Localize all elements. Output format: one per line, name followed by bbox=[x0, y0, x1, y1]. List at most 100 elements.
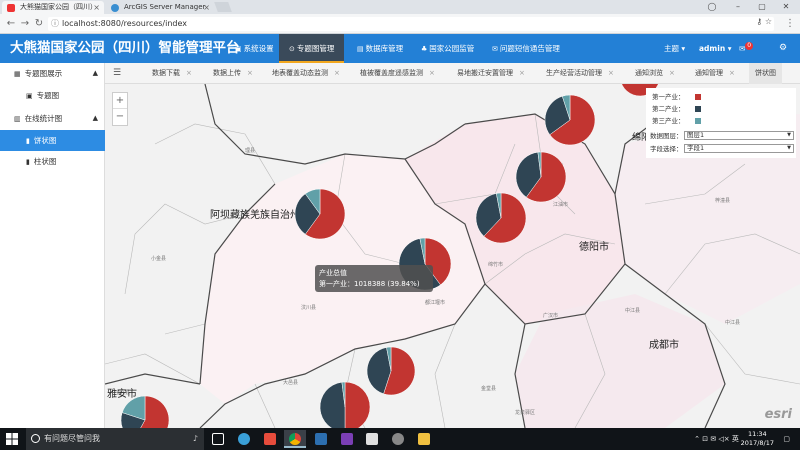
sidebar-item-pie-chart[interactable]: ▮ 饼状图 bbox=[0, 130, 105, 151]
chrome-icon[interactable] bbox=[284, 430, 306, 448]
tab-vegetation[interactable]: 植被覆盖度遥感监测 × bbox=[360, 63, 435, 84]
notification-icon[interactable]: ▢ bbox=[783, 435, 790, 443]
nav-thematic-map[interactable]: ⊙ 专题图管理 bbox=[279, 34, 345, 63]
tab-notice-manage[interactable]: 通知管理 × bbox=[695, 63, 735, 84]
chevron-down-icon: ▼ bbox=[787, 145, 791, 151]
legend-swatch bbox=[695, 106, 701, 112]
file-explorer-icon[interactable] bbox=[413, 430, 435, 448]
forward-button[interactable]: → bbox=[18, 17, 32, 31]
zoom-out-button[interactable]: − bbox=[113, 109, 127, 125]
tab-relocation[interactable]: 易地搬迁安置管理 × bbox=[457, 63, 525, 84]
sidebar-item-online-charts[interactable]: ▥ 在线统计图 ▲ bbox=[0, 108, 105, 129]
pie-tooltip: 产业总值 第一产业：1018388 (39.84%) bbox=[315, 265, 433, 292]
content-tabs: ☰ 数据下载 × 数据上传 × 地表覆盖动态监测 × 植被覆盖度遥感监测 × 易地搬迁安… bbox=[105, 63, 800, 84]
close-icon[interactable]: × bbox=[608, 69, 614, 77]
close-tab-icon[interactable]: × bbox=[203, 1, 210, 14]
browser-tab-app[interactable]: 大熊猫国家公园（四川） × bbox=[2, 1, 104, 14]
database-icon: ▤ bbox=[357, 45, 364, 53]
clock-time: 11:34 bbox=[747, 430, 767, 438]
browser-menu-icon[interactable]: ⋮ bbox=[783, 17, 797, 31]
app-h-icon[interactable] bbox=[259, 430, 281, 448]
bar-icon: ▮ bbox=[26, 158, 30, 166]
visual-studio-icon[interactable] bbox=[336, 430, 358, 448]
svg-text:龙泉驿区: 龙泉驿区 bbox=[515, 409, 535, 416]
close-icon[interactable]: × bbox=[334, 69, 340, 77]
profile-icon[interactable]: ◯ bbox=[700, 0, 724, 14]
minimize-button[interactable]: – bbox=[726, 0, 750, 14]
sidebar-item-bar-chart[interactable]: ▮ 柱状图 bbox=[0, 151, 105, 172]
tab-pie-chart[interactable]: 饼状图 bbox=[749, 63, 782, 84]
browser-tab-arcgis[interactable]: ArcGIS Server Manager × bbox=[106, 1, 214, 14]
settings-gear-icon[interactable]: ⚙ bbox=[779, 34, 787, 63]
arcgis-favicon-icon bbox=[111, 4, 119, 12]
label-deyang: 德阳市 bbox=[579, 240, 609, 253]
close-icon[interactable]: × bbox=[429, 69, 435, 77]
maximize-button[interactable]: ▢ bbox=[750, 0, 774, 14]
svg-text:汶川县: 汶川县 bbox=[301, 304, 316, 311]
esri-attribution: esri bbox=[764, 407, 792, 422]
zoom-in-button[interactable]: + bbox=[113, 93, 127, 109]
clock[interactable]: 11:34 2017/8/17 bbox=[741, 430, 774, 448]
taskbar-search-input[interactable]: 有问题尽管问我 ♪ bbox=[26, 428, 204, 450]
pie-icon: ▮ bbox=[26, 137, 30, 145]
settings-icon: ▣ bbox=[235, 45, 242, 53]
layer-select[interactable]: 图层1 ▼ bbox=[684, 131, 794, 140]
field-select[interactable]: 字段1 ▼ bbox=[684, 144, 794, 153]
theme-menu[interactable]: 主题 ▾ bbox=[664, 34, 685, 63]
close-icon[interactable]: × bbox=[519, 69, 525, 77]
layer-select-row: 数据图层： 图层1 ▼ bbox=[650, 131, 794, 141]
tab-data-upload[interactable]: 数据上传 × bbox=[213, 63, 253, 84]
reload-button[interactable]: ↻ bbox=[32, 17, 46, 31]
tooltip-title: 产业总值 bbox=[319, 269, 347, 277]
tab-production[interactable]: 生产经营活动管理 × bbox=[546, 63, 614, 84]
mail-button[interactable]: ✉ 0 bbox=[739, 34, 754, 63]
nav-sms-notice[interactable]: ✉ 问题短信通告管理 bbox=[482, 34, 570, 63]
java-app-icon[interactable] bbox=[361, 430, 383, 448]
svg-text:梓潼县: 梓潼县 bbox=[715, 197, 730, 204]
image-icon: ▦ bbox=[14, 70, 21, 78]
back-button[interactable]: ← bbox=[4, 17, 18, 31]
legend-item-primary: 第一产业： bbox=[652, 92, 701, 102]
task-view-icon[interactable] bbox=[207, 430, 229, 448]
menu-toggle-icon[interactable]: ☰ bbox=[113, 63, 121, 84]
tab-land-cover[interactable]: 地表覆盖动态监测 × bbox=[272, 63, 340, 84]
cortana-icon bbox=[31, 434, 40, 443]
close-tab-icon[interactable]: × bbox=[93, 1, 100, 14]
ime-indicator[interactable]: 英 bbox=[732, 435, 739, 443]
close-icon[interactable]: × bbox=[669, 69, 675, 77]
nav-park-supervision[interactable]: ♣ 国家公园监管 bbox=[411, 34, 484, 63]
close-icon[interactable]: × bbox=[186, 69, 192, 77]
close-icon[interactable]: × bbox=[247, 69, 253, 77]
chevron-up-icon: ▲ bbox=[92, 69, 98, 77]
svg-text:都江堰市: 都江堰市 bbox=[425, 299, 445, 306]
sidebar-item-thematic-display[interactable]: ▦ 专题图展示 ▲ bbox=[0, 63, 105, 84]
arcgis-app-icon[interactable] bbox=[310, 430, 332, 448]
nav-database[interactable]: ▤ 数据库管理 bbox=[347, 34, 413, 63]
nav-system-settings[interactable]: ▣ 系统设置 bbox=[225, 34, 284, 63]
pie-slice[interactable] bbox=[344, 381, 371, 428]
microphone-icon[interactable]: ♪ bbox=[193, 428, 198, 450]
target-icon: ⊙ bbox=[289, 45, 295, 53]
map-icon: ▣ bbox=[26, 92, 33, 100]
favicon-icon bbox=[7, 4, 15, 12]
search-app-icon[interactable] bbox=[233, 430, 255, 448]
tooltip-line: 第一产业：1018388 (39.84%) bbox=[319, 280, 420, 288]
tab-notice-browse[interactable]: 通知浏览 × bbox=[635, 63, 675, 84]
new-tab-button[interactable] bbox=[214, 2, 232, 12]
svg-text:广汉市: 广汉市 bbox=[543, 312, 558, 319]
user-menu[interactable]: admin ▾ bbox=[699, 34, 732, 63]
map-view[interactable]: 理县小金县汶川县 平武县江油市绵竹市 都江堰市广汉市中江县 梓潼县中江县金堂县 … bbox=[105, 84, 800, 428]
tab-data-download[interactable]: 数据下载 × bbox=[152, 63, 192, 84]
bookmark-star-icon[interactable]: ⚷ ☆ bbox=[756, 17, 772, 26]
chevron-down-icon: ▾ bbox=[681, 44, 686, 53]
people-icon[interactable]: ⌃ ⊡ ✉ ◁× bbox=[694, 435, 730, 443]
sidebar-item-thematic-map[interactable]: ▣ 专题图 bbox=[0, 85, 105, 106]
pie-slice[interactable] bbox=[319, 381, 346, 428]
sidebar: ▦ 专题图展示 ▲ ▣ 专题图 ▥ 在线统计图 ▲ ▮ 饼状图 ▮ 柱状图 bbox=[0, 63, 105, 428]
tree-icon: ♣ bbox=[421, 45, 428, 53]
close-icon[interactable]: × bbox=[729, 69, 735, 77]
close-window-button[interactable]: ✕ bbox=[774, 0, 798, 14]
url-input[interactable]: ⓘ localhost:8080/resources/index bbox=[48, 17, 774, 31]
settings-app-icon[interactable] bbox=[387, 430, 409, 448]
windows-start-icon[interactable] bbox=[6, 433, 18, 445]
